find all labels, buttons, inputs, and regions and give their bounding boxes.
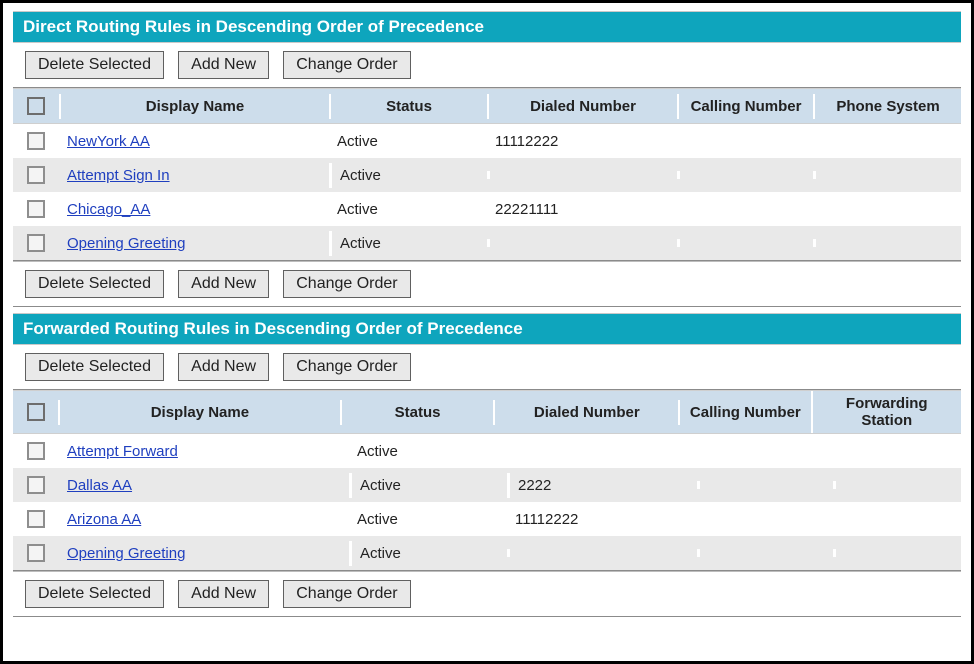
col-calling-number: Calling Number xyxy=(678,400,810,425)
row-checkbox[interactable] xyxy=(27,166,45,184)
calling-number-cell xyxy=(677,137,813,145)
display-name-link[interactable]: Chicago_AA xyxy=(59,197,329,222)
status-cell: Active xyxy=(349,439,507,464)
table-row: Attempt Forward Active xyxy=(13,434,961,468)
col-display-name: Display Name xyxy=(59,94,329,119)
add-new-button[interactable]: Add New xyxy=(178,580,269,608)
col-dialed-number: Dialed Number xyxy=(493,400,678,425)
col-calling-number: Calling Number xyxy=(677,94,813,119)
table-row: Opening Greeting Active xyxy=(13,536,961,570)
status-cell: Active xyxy=(349,507,507,532)
direct-routing-grid: Display Name Status Dialed Number Callin… xyxy=(13,88,961,261)
status-cell: Active xyxy=(329,231,487,256)
table-row: Arizona AA Active 11112222 xyxy=(13,502,961,536)
change-order-button[interactable]: Change Order xyxy=(283,270,410,298)
calling-number-cell xyxy=(697,447,833,455)
dialed-number-cell xyxy=(487,171,677,179)
table-row: Opening Greeting Active xyxy=(13,226,961,260)
row-checkbox[interactable] xyxy=(27,442,45,460)
display-name-link[interactable]: Opening Greeting xyxy=(59,541,349,566)
dialed-number-cell: 11112222 xyxy=(507,507,697,532)
delete-selected-button[interactable]: Delete Selected xyxy=(25,270,164,298)
table-row: Dallas AA Active 2222 xyxy=(13,468,961,502)
direct-routing-title: Direct Routing Rules in Descending Order… xyxy=(13,11,961,43)
display-name-link[interactable]: Attempt Forward xyxy=(59,439,349,464)
calling-number-cell xyxy=(697,549,833,557)
display-name-link[interactable]: NewYork AA xyxy=(59,129,329,154)
delete-selected-button[interactable]: Delete Selected xyxy=(25,353,164,381)
row-checkbox[interactable] xyxy=(27,476,45,494)
add-new-button[interactable]: Add New xyxy=(178,51,269,79)
delete-selected-button[interactable]: Delete Selected xyxy=(25,580,164,608)
status-cell: Active xyxy=(349,541,507,566)
calling-number-cell xyxy=(677,239,813,247)
dialed-number-cell: 2222 xyxy=(507,473,697,498)
table-row: NewYork AA Active 11112222 xyxy=(13,124,961,158)
select-all-checkbox[interactable] xyxy=(27,403,45,421)
forwarding-station-cell xyxy=(833,515,961,523)
change-order-button[interactable]: Change Order xyxy=(283,51,410,79)
dialed-number-cell: 22221111 xyxy=(487,197,677,222)
row-checkbox[interactable] xyxy=(27,132,45,150)
change-order-button[interactable]: Change Order xyxy=(283,580,410,608)
direct-top-button-bar: Delete Selected Add New Change Order xyxy=(13,43,961,88)
row-checkbox[interactable] xyxy=(27,544,45,562)
col-phone-system: Phone System xyxy=(813,94,961,119)
calling-number-cell xyxy=(697,481,833,489)
forwarded-routing-title: Forwarded Routing Rules in Descending Or… xyxy=(13,313,961,345)
forwarded-routing-grid: Display Name Status Dialed Number Callin… xyxy=(13,390,961,571)
forwarded-routing-section: Forwarded Routing Rules in Descending Or… xyxy=(13,313,961,617)
select-all-checkbox[interactable] xyxy=(27,97,45,115)
direct-header-row: Display Name Status Dialed Number Callin… xyxy=(13,88,961,124)
forwarding-station-cell xyxy=(833,481,961,489)
display-name-link[interactable]: Attempt Sign In xyxy=(59,163,329,188)
col-status: Status xyxy=(340,400,494,425)
add-new-button[interactable]: Add New xyxy=(178,353,269,381)
forwarded-bottom-button-bar: Delete Selected Add New Change Order xyxy=(13,571,961,617)
direct-routing-section: Direct Routing Rules in Descending Order… xyxy=(13,11,961,307)
table-row: Chicago_AA Active 22221111 xyxy=(13,192,961,226)
col-forwarding-station: Forwarding Station xyxy=(811,391,961,433)
calling-number-cell xyxy=(697,515,833,523)
dialed-number-cell: 11112222 xyxy=(487,129,677,154)
status-cell: Active xyxy=(329,197,487,222)
col-dialed-number: Dialed Number xyxy=(487,94,677,119)
phone-system-cell xyxy=(813,205,961,213)
row-checkbox[interactable] xyxy=(27,510,45,528)
calling-number-cell xyxy=(677,205,813,213)
direct-bottom-button-bar: Delete Selected Add New Change Order xyxy=(13,261,961,307)
phone-system-cell xyxy=(813,137,961,145)
change-order-button[interactable]: Change Order xyxy=(283,353,410,381)
display-name-link[interactable]: Opening Greeting xyxy=(59,231,329,256)
status-cell: Active xyxy=(329,163,487,188)
add-new-button[interactable]: Add New xyxy=(178,270,269,298)
forwarding-station-cell xyxy=(833,549,961,557)
status-cell: Active xyxy=(349,473,507,498)
dialed-number-cell xyxy=(507,549,697,557)
display-name-link[interactable]: Dallas AA xyxy=(59,473,349,498)
forwarding-station-cell xyxy=(833,447,961,455)
calling-number-cell xyxy=(677,171,813,179)
status-cell: Active xyxy=(329,129,487,154)
row-checkbox[interactable] xyxy=(27,234,45,252)
row-checkbox[interactable] xyxy=(27,200,45,218)
forwarded-header-row: Display Name Status Dialed Number Callin… xyxy=(13,390,961,434)
phone-system-cell xyxy=(813,171,961,179)
dialed-number-cell xyxy=(487,239,677,247)
table-row: Attempt Sign In Active xyxy=(13,158,961,192)
col-status: Status xyxy=(329,94,487,119)
phone-system-cell xyxy=(813,239,961,247)
delete-selected-button[interactable]: Delete Selected xyxy=(25,51,164,79)
display-name-link[interactable]: Arizona AA xyxy=(59,507,349,532)
col-display-name: Display Name xyxy=(58,400,340,425)
dialed-number-cell xyxy=(507,447,697,455)
forwarded-top-button-bar: Delete Selected Add New Change Order xyxy=(13,345,961,390)
